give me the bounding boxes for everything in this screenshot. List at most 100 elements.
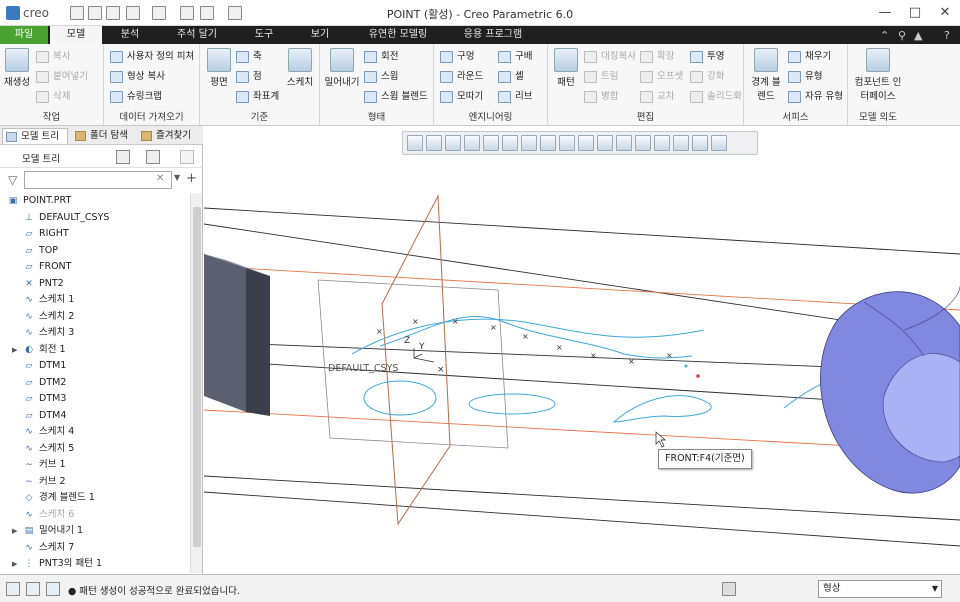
model-graphics[interactable]: × × × × × × × × × × (204, 126, 960, 574)
zoom-out-icon[interactable] (445, 135, 461, 151)
expand-arrow-icon[interactable]: ▶ (12, 342, 17, 358)
axis-display-icon[interactable] (654, 135, 670, 151)
tree-item[interactable]: ∿ 스케치 1 (0, 292, 190, 308)
tree-item[interactable]: ∿ 스케치 4 (0, 424, 190, 440)
tree-item[interactable]: ⊥ DEFAULT_CSYS (0, 210, 190, 226)
repaint-icon[interactable] (464, 135, 480, 151)
delete-button[interactable]: 삭제 (36, 88, 70, 106)
group-label-operations[interactable]: 작업 (0, 109, 103, 123)
collapse-ribbon-icon[interactable]: ⌃ (880, 29, 889, 42)
saved-orientations-icon[interactable] (521, 135, 537, 151)
tree-item[interactable]: ▱ FRONT (0, 259, 190, 275)
copy-button[interactable]: 복사 (36, 48, 70, 66)
spin-center-icon[interactable] (597, 135, 613, 151)
tree-item[interactable]: ∿ 스케치 6 (0, 507, 190, 523)
tree-item[interactable]: ▶ ◐ 회전 1 (0, 342, 190, 358)
section-icon[interactable] (559, 135, 575, 151)
tab-tools[interactable]: 도구 (238, 26, 290, 44)
tree-item[interactable]: ▱ DTM2 (0, 375, 190, 391)
tree-item[interactable]: ▱ TOP (0, 243, 190, 259)
axis-button[interactable]: 축 (236, 48, 262, 66)
tab-view[interactable]: 보기 (294, 26, 346, 44)
point-display-icon[interactable] (673, 135, 689, 151)
zoom-in-icon[interactable] (426, 135, 442, 151)
datum-display-icon[interactable] (616, 135, 632, 151)
hole-button[interactable]: 구멍 (440, 48, 474, 66)
tab-model[interactable]: 모델 (50, 26, 102, 44)
mirror-button[interactable]: 대칭복사 (584, 48, 636, 66)
tree-item[interactable]: ∿ 스케치 3 (0, 325, 190, 341)
draft-button[interactable]: 구배 (498, 48, 532, 66)
add-filter-icon[interactable]: + (186, 171, 197, 186)
tree-item[interactable]: ∿ 스케치 2 (0, 309, 190, 325)
graduation-cap-icon[interactable]: ▲ (914, 29, 922, 42)
point-tag-display-icon[interactable] (711, 135, 727, 151)
plane-button[interactable]: 평면 (204, 48, 234, 88)
tree-item[interactable]: ∼ 커브 2 (0, 474, 190, 490)
find-icon[interactable] (722, 582, 736, 596)
tree-item[interactable]: ∿ 스케치 5 (0, 441, 190, 457)
freestyle-button[interactable]: 자유 유형 (788, 88, 843, 106)
display-style-icon[interactable] (502, 135, 518, 151)
intersect-button[interactable]: 교차 (640, 88, 674, 106)
perspective-icon[interactable] (483, 135, 499, 151)
regenerate-button[interactable]: 재생성 (2, 48, 32, 88)
tree-item[interactable]: ∼ 커브 1 (0, 457, 190, 473)
clear-filter-icon[interactable]: ✕ (156, 173, 164, 184)
tree-item[interactable]: ▱ DTM4 (0, 408, 190, 424)
csys-button[interactable]: 좌표계 (236, 88, 279, 106)
tree-item[interactable]: ▱ DTM1 (0, 358, 190, 374)
selection-filter-select[interactable]: 형상 ▼ (818, 580, 942, 598)
chamfer-button[interactable]: 모따기 (440, 88, 483, 106)
group-label-surfaces[interactable]: 서피스 (744, 109, 847, 123)
shrinkwrap-button[interactable]: 슈링크랩 (110, 88, 162, 106)
tab-applications[interactable]: 응용 프로그램 (450, 26, 536, 44)
udf-button[interactable]: 사용자 정의 피쳐 (110, 48, 194, 66)
copy-geometry-button[interactable]: 형상 복사 (110, 68, 165, 86)
annotation-display-icon[interactable] (578, 135, 594, 151)
tree-item[interactable]: ▱ RIGHT (0, 226, 190, 242)
tab-analysis[interactable]: 분석 (104, 26, 156, 44)
group-label-shapes[interactable]: 형태 (320, 109, 433, 123)
tree-item[interactable]: ▱ DTM3 (0, 391, 190, 407)
tab-folder-browser[interactable]: 폴더 탐색 (72, 128, 134, 144)
navigator-toggle-icon[interactable] (6, 582, 20, 596)
tab-annotate[interactable]: 주석 달기 (160, 26, 234, 44)
sketch-button[interactable]: 스케치 (284, 48, 316, 88)
expand-arrow-icon[interactable]: ▶ (12, 556, 17, 572)
boundary-blend-button[interactable]: 경계 블렌드 (748, 48, 784, 102)
round-button[interactable]: 라운드 (440, 68, 483, 86)
solid-block[interactable] (204, 254, 270, 416)
tree-settings-icon[interactable] (116, 150, 130, 164)
tree-item[interactable]: ▣ POINT.PRT (0, 193, 190, 209)
revolve-button[interactable]: 회전 (364, 48, 398, 66)
refit-icon[interactable] (407, 135, 423, 151)
offset-button[interactable]: 오프셋 (640, 68, 683, 86)
swept-blend-button[interactable]: 스윕 블렌드 (364, 88, 428, 106)
group-label-get-data[interactable]: 데이터 가져오기 (104, 109, 199, 123)
thicken-button[interactable]: 강화 (690, 68, 724, 86)
solidify-button[interactable]: 솔리드화 (690, 88, 742, 106)
tree-item[interactable]: ◇ 경계 블렌드 1 (0, 490, 190, 506)
tab-flexible-modeling[interactable]: 유연한 모델링 (350, 26, 446, 44)
extend-button[interactable]: 확장 (640, 48, 674, 66)
fill-button[interactable]: 채우기 (788, 48, 831, 66)
group-label-model-intent[interactable]: 모델 의도 (848, 109, 908, 123)
browser-toggle-icon[interactable] (26, 582, 40, 596)
filter-dropdown-icon[interactable]: ▼ (174, 173, 180, 182)
trim-button[interactable]: 트림 (584, 68, 618, 86)
tab-model-tree[interactable]: 모델 트리 (2, 128, 68, 144)
close-button[interactable]: ✕ (934, 4, 956, 22)
extrude-button[interactable]: 밀어내기 (322, 48, 362, 88)
rib-button[interactable]: 리브 (498, 88, 532, 106)
component-interface-button[interactable]: 컴포넌트 인터페이스 (848, 48, 908, 102)
tree-item[interactable]: ▶ ▤ 밀어내기 1 (0, 523, 190, 539)
filter-icon[interactable]: ▽ (8, 173, 17, 187)
tab-file[interactable]: 파일 (0, 26, 48, 44)
tree-scrollbar[interactable] (190, 193, 202, 573)
style-button[interactable]: 유형 (788, 68, 822, 86)
tree-item[interactable]: ∿ 스케치 7 (0, 540, 190, 556)
search-icon[interactable]: ⚲ (898, 29, 906, 42)
full-screen-icon[interactable] (46, 582, 60, 596)
maximize-button[interactable]: □ (904, 4, 926, 22)
